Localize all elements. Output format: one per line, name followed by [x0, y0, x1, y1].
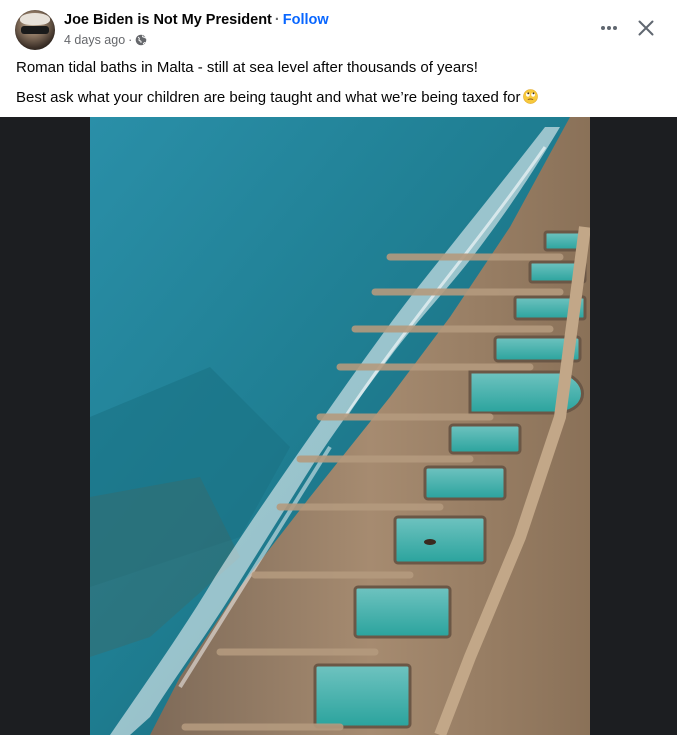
author-avatar[interactable] — [15, 10, 55, 50]
follow-button[interactable]: Follow — [283, 12, 329, 28]
post-timestamp[interactable]: 4 days ago — [64, 32, 125, 48]
post-text-line-2-content: Best ask what your children are being ta… — [16, 89, 521, 106]
tidal-baths-photo — [90, 117, 590, 735]
close-button[interactable] — [632, 14, 660, 42]
post-photo[interactable] — [90, 117, 590, 735]
name-separator: · — [274, 12, 280, 28]
post-text-line-2: Best ask what your children are being ta… — [16, 88, 656, 108]
post-meta: 4 days ago · — [64, 32, 147, 48]
author-name[interactable]: Joe Biden is Not My President — [64, 12, 272, 28]
avatar-sunglasses — [21, 26, 49, 34]
rolling-eyes-emoji-icon — [523, 89, 539, 104]
close-icon — [638, 20, 654, 36]
post-text-line-1: Roman tidal baths in Malta - still at se… — [16, 59, 478, 76]
more-options-button[interactable] — [595, 14, 623, 42]
avatar-hair — [20, 13, 50, 25]
more-options-icon — [601, 26, 617, 30]
globe-icon — [136, 34, 147, 46]
author-line: Joe Biden is Not My President · Follow — [64, 11, 329, 29]
post-header: Joe Biden is Not My President · Follow 4 d… — [0, 0, 677, 118]
post-body: Roman tidal baths in Malta - still at se… — [16, 58, 656, 118]
meta-separator: · — [128, 33, 133, 47]
post-media — [0, 117, 677, 735]
